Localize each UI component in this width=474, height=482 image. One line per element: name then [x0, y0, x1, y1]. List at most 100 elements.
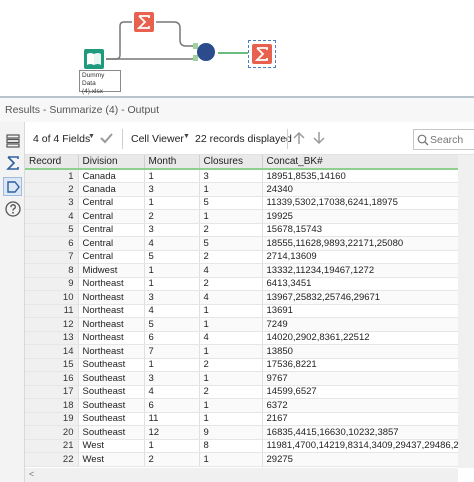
cell-concat-bk[interactable]: 7249: [262, 317, 458, 332]
table-row[interactable]: 5 Central 3 2 15678,15743: [25, 223, 458, 237]
table-row[interactable]: 6 Central 4 5 18555,11628,9893,22171,25080: [25, 236, 458, 251]
cell-closures[interactable]: 1: [199, 317, 263, 332]
cell-record[interactable]: 3: [25, 196, 79, 210]
table-row[interactable]: 8 Midwest 1 4 13332,11234,19467,1272: [25, 263, 458, 278]
cell-division[interactable]: Southeast: [78, 385, 145, 399]
cell-concat-bk[interactable]: 2167: [262, 412, 458, 426]
table-row[interactable]: 16 Southeast 3 1 9767: [25, 371, 458, 386]
cell-record[interactable]: 7: [25, 250, 79, 264]
cell-concat-bk[interactable]: 13332,11234,19467,1272: [262, 263, 458, 278]
cell-concat-bk[interactable]: 29275: [262, 452, 458, 467]
scroll-left-icon[interactable]: <: [29, 469, 34, 479]
cell-closures[interactable]: 1: [199, 452, 263, 467]
cell-month[interactable]: 12: [144, 425, 200, 440]
cell-closures[interactable]: 2: [199, 358, 263, 372]
cell-closures[interactable]: 8: [199, 439, 263, 453]
cell-division[interactable]: Midwest: [78, 263, 145, 278]
cell-concat-bk[interactable]: 18951,8535,14160: [262, 169, 458, 183]
cell-concat-bk[interactable]: 6372: [262, 398, 458, 413]
table-row[interactable]: 12 Northeast 5 1 7249: [25, 317, 458, 332]
cell-division[interactable]: Southeast: [78, 371, 145, 386]
table-row[interactable]: 7 Central 5 2 2714,13609: [25, 250, 458, 264]
cell-record[interactable]: 13: [25, 331, 79, 345]
cell-concat-bk[interactable]: 9767: [262, 371, 458, 386]
cell-month[interactable]: 7: [144, 344, 200, 359]
cell-concat-bk[interactable]: 19925: [262, 209, 458, 224]
cell-division[interactable]: Northeast: [78, 304, 145, 318]
cell-month[interactable]: 3: [144, 223, 200, 237]
cell-month[interactable]: 1: [144, 358, 200, 372]
cell-closures[interactable]: 9: [199, 425, 263, 440]
cell-closures[interactable]: 5: [199, 196, 263, 210]
cell-concat-bk[interactable]: 11339,5302,17038,6241,18975: [262, 196, 458, 210]
cell-concat-bk[interactable]: 13691: [262, 304, 458, 318]
cell-division[interactable]: Southeast: [78, 358, 145, 372]
cell-record[interactable]: 5: [25, 223, 79, 237]
search-input[interactable]: [430, 132, 474, 147]
cell-record[interactable]: 4: [25, 209, 79, 224]
vertical-scrollbar[interactable]: [458, 155, 474, 468]
results-grid[interactable]: Record Division Month Closures Concat_BK…: [25, 155, 458, 468]
cell-month[interactable]: 4: [144, 304, 200, 318]
table-view-button[interactable]: [3, 131, 22, 150]
chevron-down-icon[interactable]: ▼: [183, 133, 190, 140]
table-row[interactable]: 17 Southeast 4 2 14599,6527: [25, 385, 458, 399]
cell-concat-bk[interactable]: 14020,2902,8361,22512: [262, 331, 458, 345]
join-tool[interactable]: [193, 42, 219, 64]
cell-division[interactable]: Northeast: [78, 290, 145, 305]
cell-division[interactable]: West: [78, 439, 145, 453]
arrow-up-icon[interactable]: [292, 131, 306, 145]
cell-record[interactable]: 15: [25, 358, 79, 372]
table-row[interactable]: 3 Central 1 5 11339,5302,17038,6241,18975: [25, 196, 458, 210]
cell-month[interactable]: 3: [144, 290, 200, 305]
table-row[interactable]: 9 Northeast 1 2 6413,3451: [25, 277, 458, 291]
cell-month[interactable]: 3: [144, 182, 200, 197]
cell-month[interactable]: 1: [144, 169, 200, 183]
cell-month[interactable]: 4: [144, 385, 200, 399]
workflow-canvas[interactable]: Dummy Data (4).xlsx: [0, 0, 474, 96]
cell-closures[interactable]: 4: [199, 290, 263, 305]
table-row[interactable]: 1 Canada 1 3 18951,8535,14160: [25, 169, 458, 183]
column-header-closures[interactable]: Closures: [199, 155, 263, 170]
cell-division[interactable]: Northeast: [78, 331, 145, 345]
cell-record[interactable]: 16: [25, 371, 79, 386]
cell-division[interactable]: Northeast: [78, 277, 145, 291]
column-header-month[interactable]: Month: [144, 155, 200, 170]
table-row[interactable]: 14 Northeast 7 1 13850: [25, 344, 458, 359]
help-button[interactable]: [3, 199, 22, 218]
tag-view-button[interactable]: [3, 177, 22, 196]
cell-division[interactable]: Central: [78, 196, 145, 210]
cell-closures[interactable]: 3: [199, 169, 263, 183]
cell-closures[interactable]: 1: [199, 304, 263, 318]
cell-record[interactable]: 22: [25, 452, 79, 467]
cell-concat-bk[interactable]: 13850: [262, 344, 458, 359]
cell-record[interactable]: 21: [25, 439, 79, 453]
cell-month[interactable]: 3: [144, 371, 200, 386]
cell-closures[interactable]: 2: [199, 385, 263, 399]
table-row[interactable]: 10 Northeast 3 4 13967,25832,25746,29671: [25, 290, 458, 305]
cell-record[interactable]: 11: [25, 304, 79, 318]
cell-month[interactable]: 5: [144, 250, 200, 264]
fields-dropdown[interactable]: 4 of 4 Fields: [33, 133, 90, 145]
cell-month[interactable]: 6: [144, 331, 200, 345]
cell-closures[interactable]: 1: [199, 398, 263, 413]
cell-concat-bk[interactable]: 17536,8221: [262, 358, 458, 372]
cell-division[interactable]: Central: [78, 250, 145, 264]
cell-record[interactable]: 1: [25, 169, 79, 183]
cell-closures[interactable]: 1: [199, 182, 263, 197]
cell-division[interactable]: Canada: [78, 169, 145, 183]
table-row[interactable]: 15 Southeast 1 2 17536,8221: [25, 358, 458, 372]
summarize-view-button[interactable]: [3, 153, 22, 172]
table-row[interactable]: 19 Southeast 11 1 2167: [25, 412, 458, 426]
cell-record[interactable]: 12: [25, 317, 79, 332]
table-row[interactable]: 4 Central 2 1 19925: [25, 209, 458, 224]
table-row[interactable]: 2 Canada 3 1 24340: [25, 182, 458, 197]
cell-record[interactable]: 2: [25, 182, 79, 197]
cell-concat-bk[interactable]: 15678,15743: [262, 223, 458, 237]
table-row[interactable]: 11 Northeast 4 1 13691: [25, 304, 458, 318]
cell-concat-bk[interactable]: 16835,4415,16630,10232,3857: [262, 425, 458, 440]
cell-viewer-dropdown[interactable]: Cell Viewer: [131, 133, 184, 145]
cell-closures[interactable]: 1: [199, 412, 263, 426]
cell-month[interactable]: 1: [144, 277, 200, 291]
cell-record[interactable]: 14: [25, 344, 79, 359]
